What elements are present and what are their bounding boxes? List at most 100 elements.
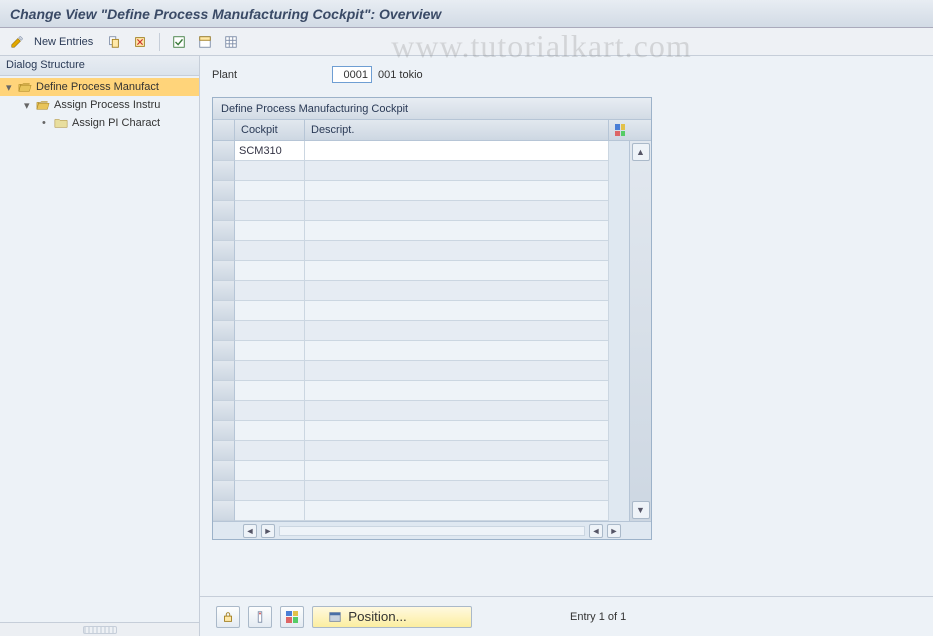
cell-descript[interactable]	[305, 221, 609, 241]
cell-descript[interactable]	[305, 261, 609, 281]
row-selector[interactable]	[213, 261, 235, 281]
cell-descript[interactable]	[305, 381, 609, 401]
row-selector[interactable]	[213, 441, 235, 461]
print-button[interactable]	[280, 606, 304, 628]
tree-node-2[interactable]: •Assign PI Charact	[0, 114, 199, 132]
cell-cockpit[interactable]	[235, 421, 305, 441]
column-header-cockpit[interactable]: Cockpit	[235, 120, 305, 140]
hscroll-right-1[interactable]: ►	[261, 524, 275, 538]
cell-cockpit[interactable]	[235, 501, 305, 521]
cell-descript[interactable]	[305, 421, 609, 441]
collapse-icon[interactable]: ▾	[6, 81, 16, 94]
collapse-icon[interactable]: ▾	[24, 99, 34, 112]
position-button[interactable]: Position...	[312, 606, 472, 628]
table-row	[213, 381, 629, 401]
cell-cockpit[interactable]	[235, 301, 305, 321]
cell-cockpit[interactable]	[235, 461, 305, 481]
row-selector[interactable]	[213, 201, 235, 221]
hscroll-left-2[interactable]: ◄	[589, 524, 603, 538]
row-selector[interactable]	[213, 161, 235, 181]
scroll-up-button[interactable]: ▲	[632, 143, 650, 161]
hscroll-track[interactable]	[279, 526, 585, 536]
delete-button[interactable]	[129, 32, 151, 52]
left-panel-resizer[interactable]	[0, 622, 199, 636]
row-selector[interactable]	[213, 281, 235, 301]
cell-descript[interactable]	[305, 301, 609, 321]
row-selector[interactable]	[213, 181, 235, 201]
copy-button[interactable]	[103, 32, 125, 52]
grip-icon	[83, 626, 117, 634]
edit-button[interactable]	[6, 32, 28, 52]
cell-cockpit[interactable]	[235, 261, 305, 281]
cell-cockpit[interactable]	[235, 401, 305, 421]
horizontal-scrollbar[interactable]: ◄ ► ◄ ►	[213, 521, 651, 539]
cell-cockpit[interactable]	[235, 161, 305, 181]
vertical-scrollbar[interactable]: ▲ ▼	[629, 141, 651, 521]
row-selector[interactable]	[213, 241, 235, 261]
cell-descript[interactable]	[305, 181, 609, 201]
cell-cockpit[interactable]	[235, 361, 305, 381]
variant-button[interactable]	[248, 606, 272, 628]
row-selector[interactable]	[213, 141, 235, 161]
cell-descript[interactable]	[305, 361, 609, 381]
cell-descript[interactable]	[305, 501, 609, 521]
cell-descript[interactable]	[305, 401, 609, 421]
cell-cockpit[interactable]	[235, 381, 305, 401]
cell-cockpit[interactable]	[235, 281, 305, 301]
cell-descript[interactable]	[305, 341, 609, 361]
table-settings-button[interactable]	[220, 32, 242, 52]
cell-descript[interactable]	[305, 161, 609, 181]
hscroll-right-2[interactable]: ►	[607, 524, 621, 538]
cell-cockpit[interactable]	[235, 321, 305, 341]
position-label: Position...	[348, 609, 407, 624]
cockpit-input[interactable]	[239, 145, 300, 157]
cell-descript[interactable]	[305, 281, 609, 301]
cell-descript[interactable]	[305, 141, 609, 161]
toolbar-separator	[159, 33, 160, 51]
plant-code-input[interactable]	[332, 66, 372, 83]
row-selector[interactable]	[213, 501, 235, 521]
cell-cockpit[interactable]	[235, 241, 305, 261]
plant-label: Plant	[212, 69, 332, 81]
cell-cockpit[interactable]	[235, 221, 305, 241]
tree-node-0[interactable]: ▾Define Process Manufact	[0, 78, 199, 96]
cell-descript[interactable]	[305, 441, 609, 461]
expand-icon[interactable]: •	[42, 117, 52, 129]
row-selector[interactable]	[213, 481, 235, 501]
row-selector[interactable]	[213, 341, 235, 361]
cell-descript[interactable]	[305, 461, 609, 481]
row-selector-header[interactable]	[213, 120, 235, 140]
cell-cockpit[interactable]	[235, 201, 305, 221]
deselect-all-button[interactable]	[194, 32, 216, 52]
new-entries-button[interactable]: New Entries	[32, 36, 99, 48]
title-text: Change View "Define Process Manufacturin…	[10, 6, 441, 22]
row-selector[interactable]	[213, 461, 235, 481]
lock-button[interactable]	[216, 606, 240, 628]
row-selector[interactable]	[213, 381, 235, 401]
row-selector[interactable]	[213, 401, 235, 421]
row-selector[interactable]	[213, 321, 235, 341]
cell-descript[interactable]	[305, 321, 609, 341]
cell-descript[interactable]	[305, 241, 609, 261]
scroll-down-button[interactable]: ▼	[632, 501, 650, 519]
select-all-button[interactable]	[168, 32, 190, 52]
lock-icon	[221, 610, 235, 624]
tree-node-1[interactable]: ▾Assign Process Instru	[0, 96, 199, 114]
row-selector[interactable]	[213, 301, 235, 321]
cell-cockpit[interactable]	[235, 341, 305, 361]
cell-cockpit[interactable]	[235, 481, 305, 501]
table-row	[213, 201, 629, 221]
row-selector[interactable]	[213, 421, 235, 441]
row-selector[interactable]	[213, 221, 235, 241]
cell-cockpit[interactable]	[235, 441, 305, 461]
table-body	[213, 141, 629, 521]
cell-descript[interactable]	[305, 201, 609, 221]
cell-cockpit[interactable]	[235, 181, 305, 201]
table-row	[213, 141, 629, 161]
cell-cockpit[interactable]	[235, 141, 305, 161]
cell-descript[interactable]	[305, 481, 609, 501]
column-header-descript[interactable]: Descript.	[305, 120, 609, 140]
hscroll-left-1[interactable]: ◄	[243, 524, 257, 538]
row-selector[interactable]	[213, 361, 235, 381]
table-configure-button[interactable]	[609, 120, 631, 140]
